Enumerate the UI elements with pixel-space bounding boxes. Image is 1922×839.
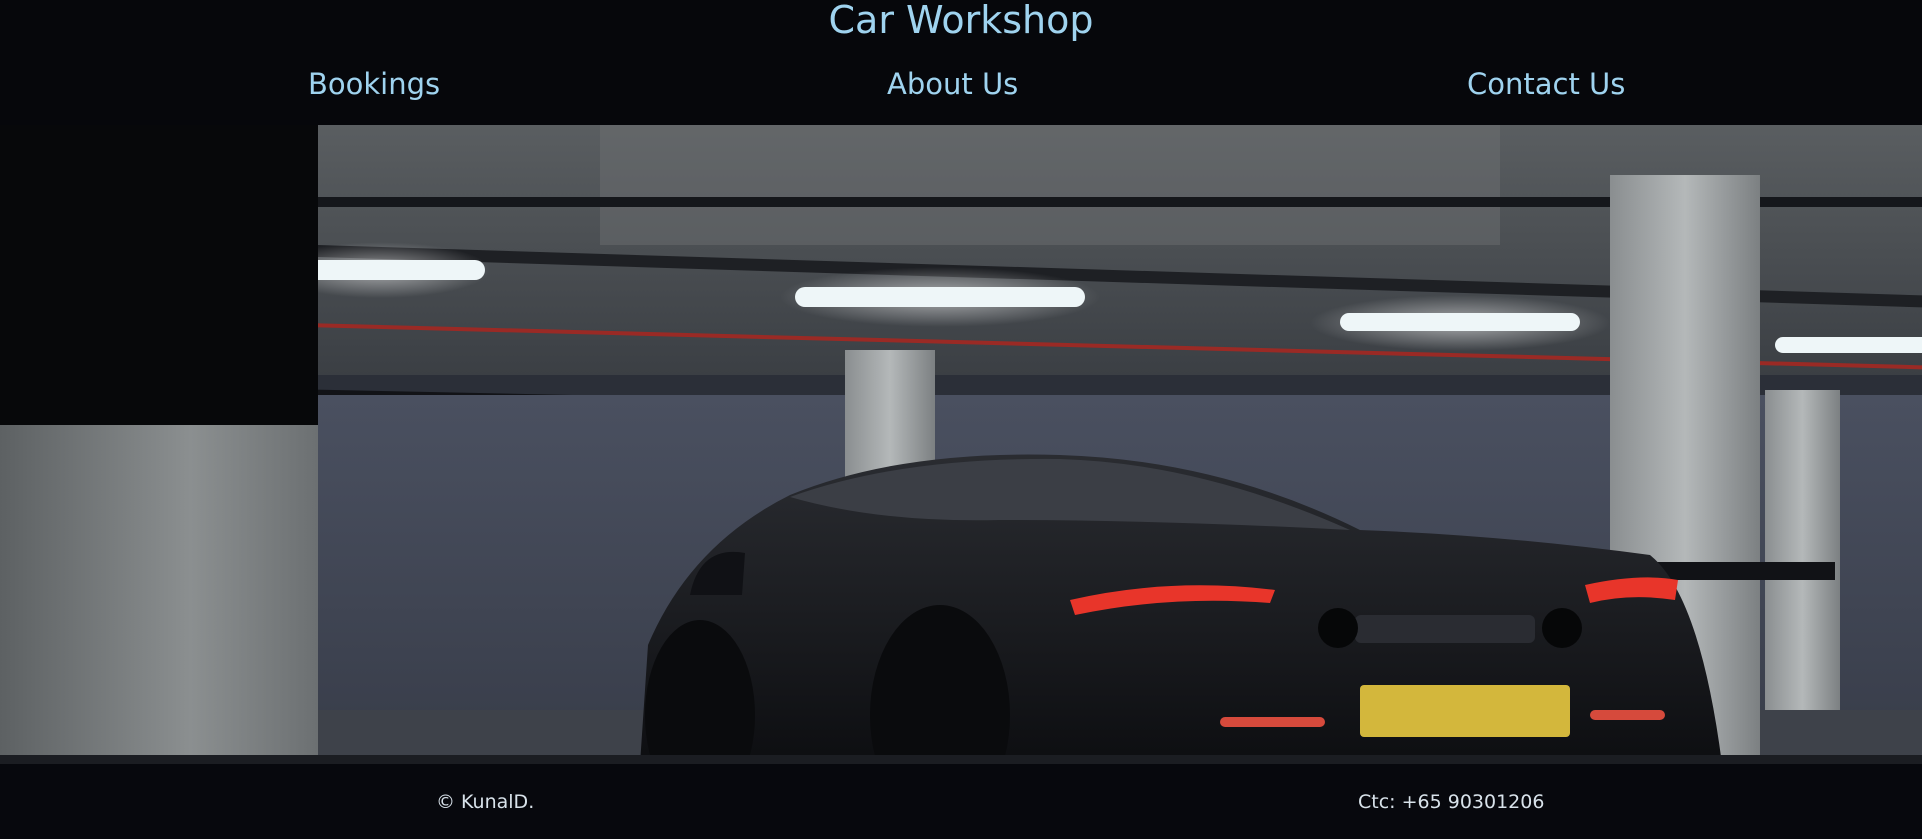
nav-about-us-link[interactable]: About Us [887, 66, 1018, 102]
footer-copyright: © KunalD. [436, 791, 535, 813]
car-park-photo [0, 125, 1922, 764]
nav-bookings-link[interactable]: Bookings [308, 66, 440, 102]
site-title: Car Workshop [828, 0, 1094, 42]
nav-contact-us-link[interactable]: Contact Us [1467, 66, 1625, 102]
license-plate [1360, 685, 1570, 737]
site-header: Car Workshop Bookings About Us Contact U… [0, 0, 1922, 125]
hero-image [0, 125, 1922, 764]
site-footer: © KunalD. Ctc: +65 90301206 [0, 764, 1922, 839]
footer-contact-number: Ctc: +65 90301206 [1358, 791, 1545, 813]
